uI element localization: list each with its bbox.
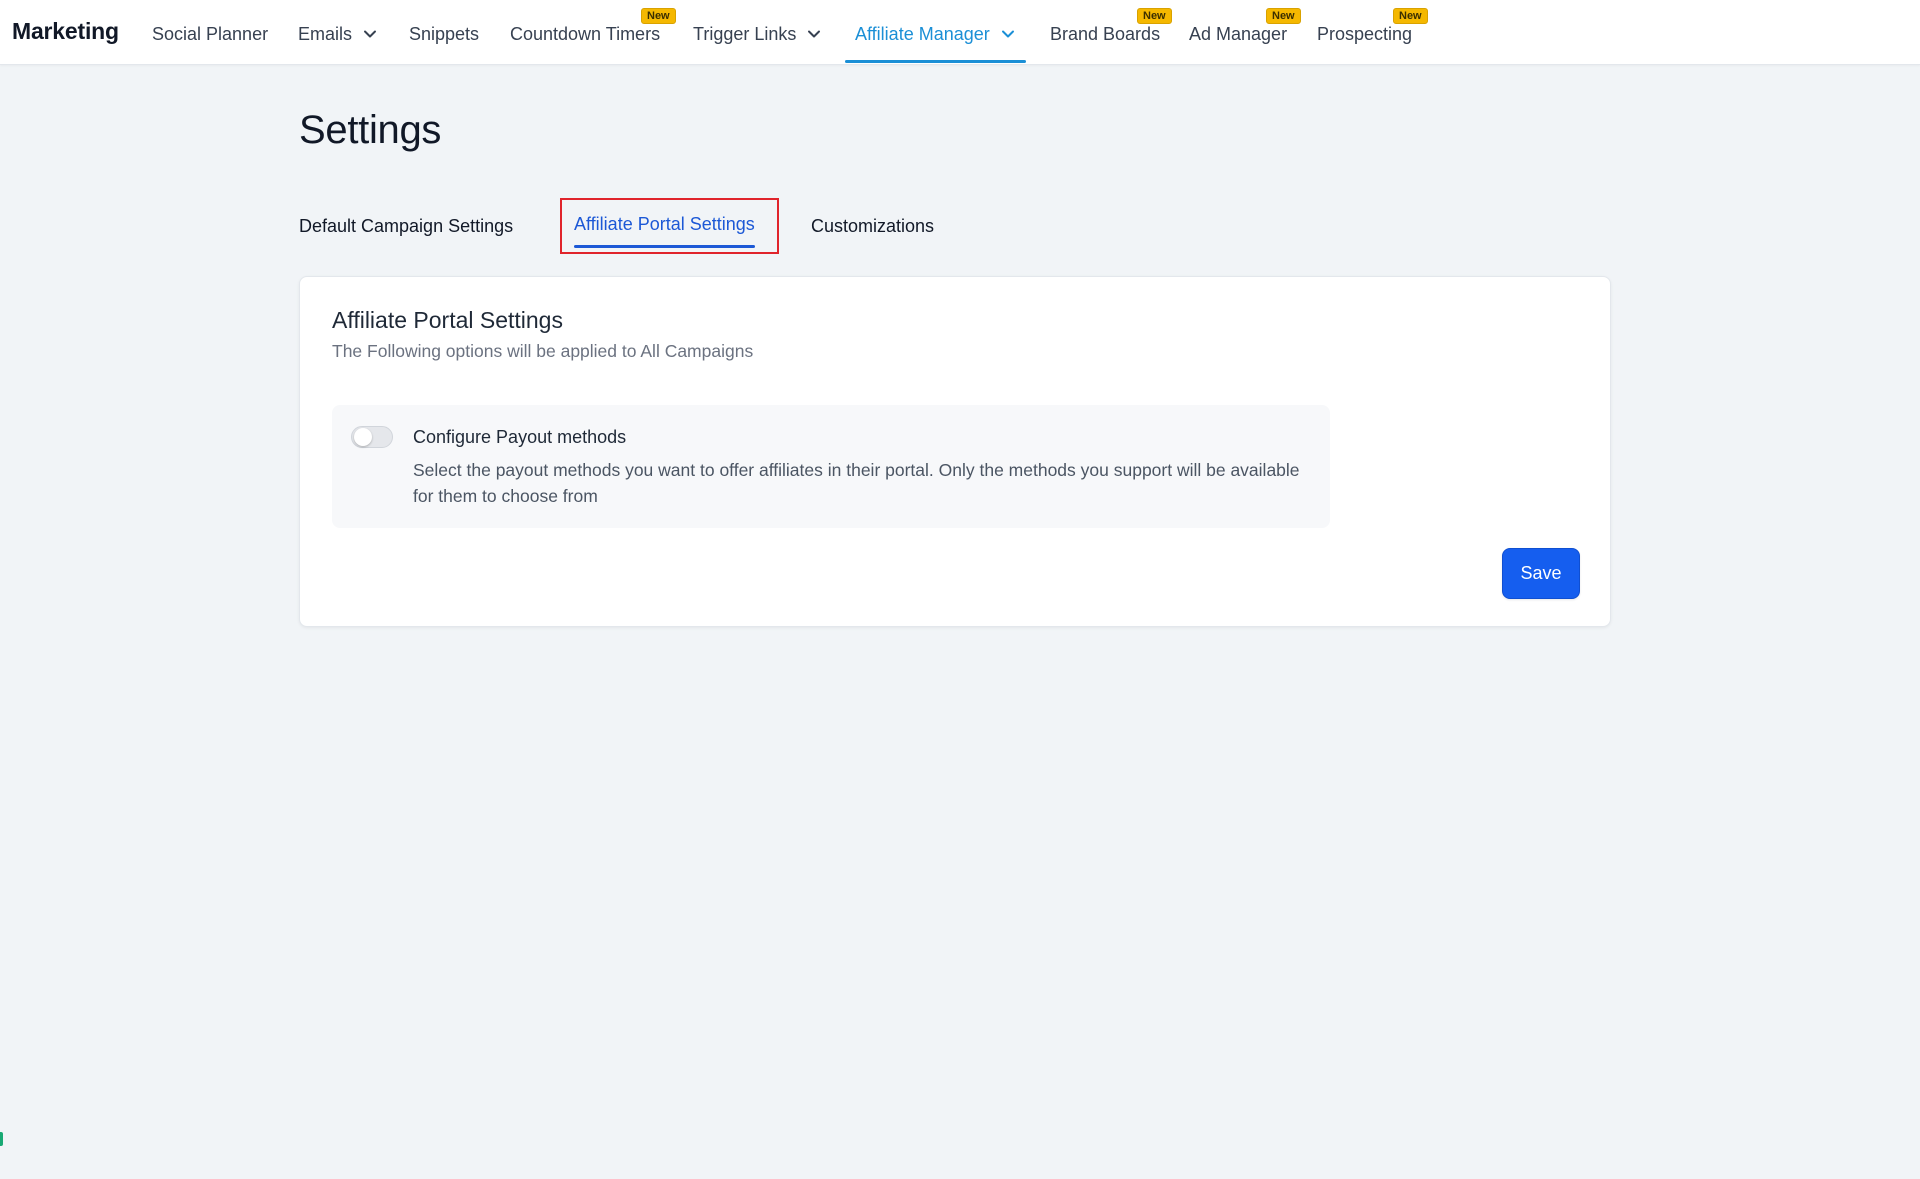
new-badge: New — [641, 8, 676, 24]
tab-label: Default Campaign Settings — [299, 215, 514, 236]
tab-customizations[interactable]: Customizations — [811, 198, 934, 254]
nav-item-snippets[interactable]: Snippets — [409, 0, 479, 65]
nav-item-label: Prospecting — [1317, 24, 1413, 44]
nav-item-label: Brand Boards — [1050, 24, 1161, 44]
payout-methods-option: Configure Payout methods Select the payo… — [332, 405, 1330, 528]
affiliate-portal-settings-card: Affiliate Portal Settings The Following … — [299, 276, 1611, 627]
nav-item-label: Emails — [298, 24, 353, 44]
app-title: Marketing — [12, 18, 119, 44]
save-button[interactable]: Save — [1502, 548, 1580, 599]
nav-item-label: Affiliate Manager — [855, 24, 990, 44]
nav-item-social-planner[interactable]: Social Planner — [152, 0, 268, 65]
chevron-down-icon — [362, 26, 378, 42]
tab-label: Customizations — [811, 215, 935, 236]
nav-item-label: Social Planner — [152, 24, 269, 44]
tab-affiliate-portal-settings[interactable]: Affiliate Portal Settings — [560, 198, 779, 254]
new-badge: New — [1266, 8, 1301, 24]
nav-item-label: Ad Manager — [1189, 24, 1288, 44]
option-description: Select the payout methods you want to of… — [413, 460, 1300, 506]
card-title: Affiliate Portal Settings — [332, 307, 563, 333]
page-title: Settings — [299, 108, 442, 152]
chevron-down-icon — [1000, 26, 1016, 42]
nav-item-label: Snippets — [409, 24, 480, 44]
new-badge: New — [1137, 8, 1172, 24]
toggle-knob — [354, 428, 372, 446]
nav-item-affiliate-manager[interactable]: Affiliate Manager — [845, 0, 1026, 65]
payout-methods-toggle[interactable] — [351, 426, 393, 448]
top-navigation: Marketing Social Planner Emails Snippets… — [0, 0, 1920, 65]
tab-label: Affiliate Portal Settings — [574, 214, 755, 248]
option-title: Configure Payout methods — [413, 427, 627, 447]
tab-default-campaign-settings[interactable]: Default Campaign Settings — [299, 198, 513, 254]
nav-item-trigger-links[interactable]: Trigger Links — [693, 0, 822, 65]
card-subtitle: The Following options will be applied to… — [332, 341, 754, 361]
nav-item-label: Trigger Links — [693, 24, 797, 44]
nav-item-label: Countdown Timers — [510, 24, 661, 44]
chevron-down-icon — [806, 26, 822, 42]
nav-item-countdown-timers[interactable]: Countdown Timers — [510, 0, 660, 65]
nav-item-emails[interactable]: Emails — [298, 0, 378, 65]
edge-indicator — [0, 1132, 3, 1146]
new-badge: New — [1393, 8, 1428, 24]
